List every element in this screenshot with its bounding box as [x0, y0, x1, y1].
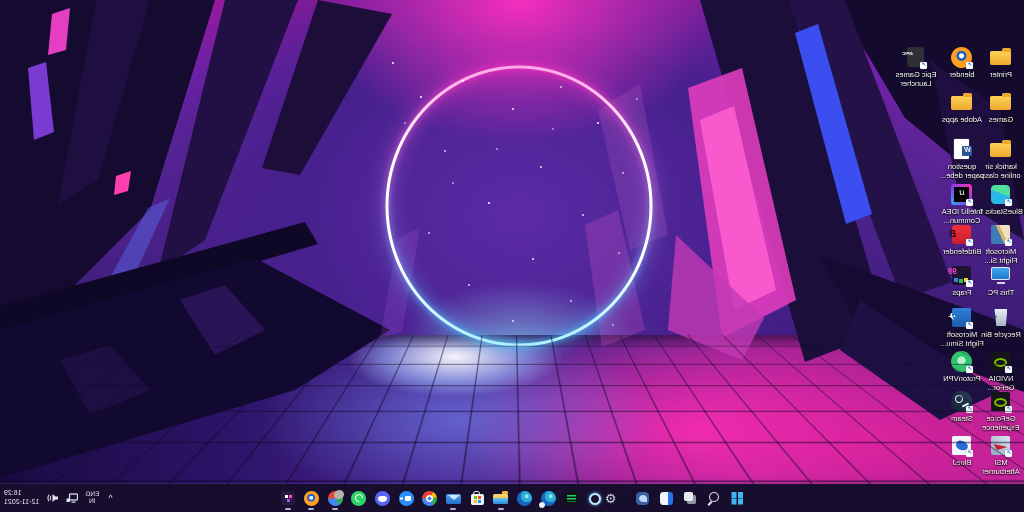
taskbar-spotify-icon[interactable] [563, 490, 580, 507]
question-paper-doc-icon [951, 138, 974, 161]
taskbar-zoom-icon[interactable] [398, 490, 415, 507]
shortcut-arrow-icon [1006, 366, 1013, 373]
taskbar-start-icon[interactable] [729, 490, 746, 507]
taskbar-settings-icon[interactable] [611, 490, 628, 507]
shortcut-arrow-icon [1006, 239, 1013, 246]
desktop-icon-label: blender [939, 71, 985, 80]
language-region: IN [89, 498, 96, 505]
taskbar-search-icon[interactable] [705, 490, 722, 507]
shortcut-arrow-icon [921, 62, 928, 69]
desktop-icon-label: Bitdefender [939, 248, 985, 257]
desktop-icon-label: ProtonVPN [939, 375, 985, 384]
games-folder-icon [990, 91, 1013, 114]
shortcut-arrow-icon [967, 239, 974, 246]
fraps-icon [951, 264, 974, 287]
clock-time: 16:29 [4, 489, 39, 498]
desktop-icon-steam[interactable]: Steam [939, 390, 985, 424]
desktop-screen: PrinterGameskartick sir online classBlue… [0, 0, 1024, 512]
desktop-icon-label: Adobe apps [939, 116, 985, 125]
desktop-icon-label: Fraps [939, 289, 985, 298]
desktop-icon-epic-games-launcher[interactable]: Epic Games Launcher [893, 46, 939, 88]
running-indicator [498, 508, 504, 510]
shortcut-arrow-icon [967, 322, 974, 329]
desktop-icon-label: BlueJ [939, 459, 985, 468]
epic-games-launcher-icon [905, 46, 928, 69]
desktop-icon-adobe-apps-folder[interactable]: Adobe apps [939, 91, 985, 125]
shortcut-arrow-icon [967, 62, 974, 69]
desktop-icon-intellij-idea[interactable]: IntelliJ IDEA Commun... [939, 183, 985, 225]
desktop-icon-fraps[interactable]: Fraps [939, 264, 985, 298]
shortcut-arrow-icon [967, 199, 974, 206]
bitdefender-icon [951, 223, 974, 246]
shortcut-arrow-icon [1006, 406, 1013, 413]
taskbar-icons [279, 487, 746, 509]
taskbar-task-view-icon[interactable] [682, 490, 699, 507]
clock-date: 12-11-2021 [4, 498, 39, 507]
shortcut-arrow-icon [967, 280, 974, 287]
desktop-icon-question-paper-doc[interactable]: question paper debe... [939, 138, 985, 180]
desktop-icon-bluej[interactable]: BlueJ [939, 434, 985, 468]
desktop-icon-label: Microsoft Flight Simu... [939, 331, 985, 348]
taskbar-file-explorer-icon[interactable] [492, 490, 509, 507]
clock[interactable]: 16:29 12-11-2021 [2, 489, 39, 507]
microsoft-flight-sim-icon [990, 223, 1013, 246]
running-indicator [308, 508, 314, 510]
network-icon[interactable] [66, 492, 78, 504]
bluestacks-5-icon [990, 183, 1013, 206]
nvidia-geforce-icon [990, 350, 1013, 373]
adobe-apps-folder-icon [951, 91, 974, 114]
recycle-bin-icon [990, 306, 1013, 329]
printer-folder-icon [990, 46, 1013, 69]
taskbar-fraps-icon[interactable] [279, 490, 296, 507]
taskbar-blender-icon[interactable] [303, 490, 320, 507]
language-indicator[interactable]: ENG IN [85, 491, 99, 505]
running-indicator [450, 508, 456, 510]
microsoft-flight-sim-2-icon [951, 306, 974, 329]
running-indicator [332, 508, 338, 510]
taskbar-whatsapp-icon[interactable] [350, 490, 367, 507]
taskbar-microsoft-store-icon[interactable] [469, 490, 486, 507]
taskbar: ^ ENG IN 16:29 12-11-2021 [0, 484, 1024, 512]
taskbar-chrome-icon[interactable] [421, 490, 438, 507]
geforce-experience-icon [990, 390, 1013, 413]
taskbar-edge-icon[interactable] [516, 490, 533, 507]
desktop-icon-protonvpn[interactable]: ProtonVPN [939, 350, 985, 384]
blender-icon [951, 46, 974, 69]
running-indicator [285, 508, 291, 510]
bluej-icon [951, 434, 974, 457]
protonvpn-icon [951, 350, 974, 373]
shortcut-arrow-icon [1006, 199, 1013, 206]
volume-icon[interactable] [46, 492, 59, 504]
language-code: ENG [85, 491, 99, 498]
shortcut-arrow-icon [967, 366, 974, 373]
taskbar-discord-icon[interactable] [374, 490, 391, 507]
desktop-icon-bitdefender[interactable]: Bitdefender [939, 223, 985, 257]
desktop-icon-label: Steam [939, 415, 985, 424]
taskbar-ring-app-icon[interactable] [587, 490, 604, 507]
desktop-icon-label: question paper debe... [939, 163, 985, 180]
taskbar-mail-icon[interactable] [445, 490, 462, 507]
steam-icon [951, 390, 974, 413]
system-tray: ^ ENG IN 16:29 12-11-2021 [2, 484, 115, 512]
kartick-online-class-folder-icon [990, 138, 1013, 161]
taskbar-gimp-icon[interactable] [327, 490, 344, 507]
intellij-idea-icon [951, 183, 974, 206]
shortcut-arrow-icon [967, 406, 974, 413]
this-pc-icon [990, 264, 1013, 287]
msi-afterburner-icon [990, 434, 1013, 457]
desktop-icon-microsoft-flight-sim-2[interactable]: Microsoft Flight Simu... [939, 306, 985, 348]
shortcut-arrow-icon [967, 450, 974, 457]
desktop-icon-label: Epic Games Launcher [893, 71, 939, 88]
desktop-icon-grid: PrinterGameskartick sir online classBlue… [0, 0, 1024, 484]
taskbar-edge-beta-icon[interactable] [540, 490, 557, 507]
hidden-icons-chevron-icon[interactable]: ^ [106, 493, 114, 503]
shortcut-arrow-icon [1006, 450, 1013, 457]
taskbar-widgets-icon[interactable] [658, 490, 675, 507]
desktop-icon-blender[interactable]: blender [939, 46, 985, 80]
taskbar-teams-chat-icon[interactable] [634, 490, 651, 507]
